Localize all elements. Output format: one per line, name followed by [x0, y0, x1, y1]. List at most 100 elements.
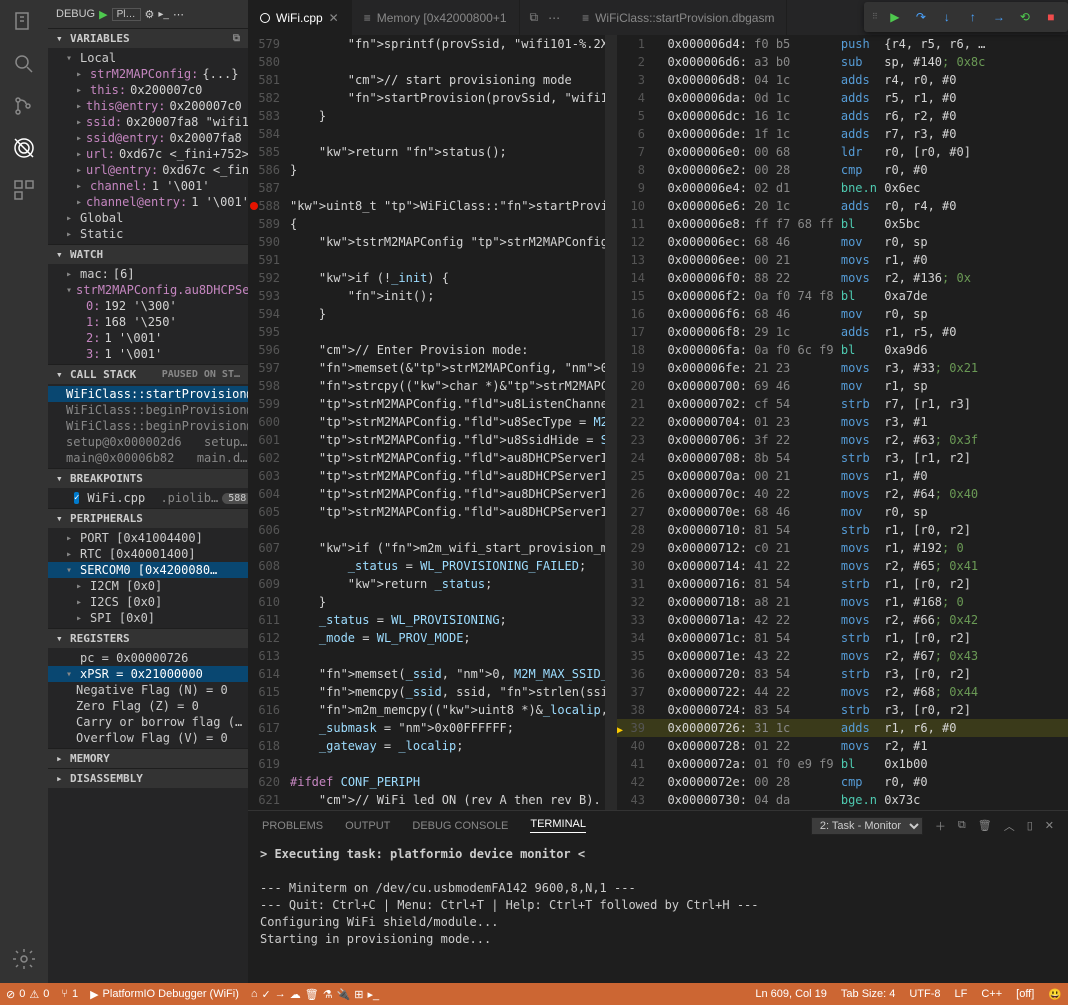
code-line[interactable]: 596 "cm">// Enter Provision mode:: [248, 341, 617, 359]
code-line[interactable]: 607 "kw">if ("fn">m2m_wifi_start_provisi…: [248, 539, 617, 557]
terminal[interactable]: > Executing task: platformio device moni…: [248, 840, 1068, 983]
disasm-line[interactable]: 23 0x00000706: 3f 22 movs r2, #63 ; 0x3f: [617, 431, 1068, 449]
disasm-line[interactable]: 6 0x000006de: 1f 1c adds r7, r3, #0: [617, 125, 1068, 143]
step-into-button[interactable]: ↓: [938, 8, 956, 26]
chevron-up-icon[interactable]: ︿: [1004, 818, 1015, 834]
home-icon[interactable]: ⌂: [251, 988, 258, 1000]
checkbox-icon[interactable]: ✓: [74, 492, 79, 504]
disasm-line[interactable]: 35 0x0000071e: 43 22 movs r2, #67 ; 0x43: [617, 647, 1068, 665]
disasm-line[interactable]: 11 0x000006e8: ff f7 68 ff bl 0x5bc: [617, 215, 1068, 233]
tab-size[interactable]: Tab Size: 4: [841, 988, 895, 1000]
code-line[interactable]: 614 "fn">memset(_ssid, "nm">0, M2M_MAX_S…: [248, 665, 617, 683]
split-icon[interactable]: ⧉: [530, 10, 539, 25]
disasm-line[interactable]: 38 0x00000724: 83 54 strb r3, [r0, r2]: [617, 701, 1068, 719]
minimap[interactable]: [605, 35, 617, 810]
add-icon[interactable]: ⊞: [354, 988, 363, 1001]
settings-icon[interactable]: [10, 945, 38, 973]
collapse-icon[interactable]: ⧉: [233, 33, 240, 44]
tab-dbgasm[interactable]: ≡WiFiClass::startProvision.dbgasm: [570, 0, 787, 35]
disasm-line[interactable]: 41 0x0000072a: 01 f0 e9 f9 bl 0x1b00: [617, 755, 1068, 773]
peripherals-header[interactable]: ▾PERIPHERALS: [48, 508, 248, 528]
step-over-button[interactable]: ↷: [912, 8, 930, 26]
disasm-line[interactable]: 27 0x0000070e: 68 46 mov r0, sp: [617, 503, 1068, 521]
code-line[interactable]: 613: [248, 647, 617, 665]
code-line[interactable]: 617 _submask = "nm">0x00FFFFFF;: [248, 719, 617, 737]
callstack-frame[interactable]: WiFiClass::beginProvision@: [48, 402, 248, 418]
disasm-line[interactable]: 21 0x00000702: cf 54 strb r7, [r1, r3]: [617, 395, 1068, 413]
disasm-line[interactable]: 43 0x00000730: 04 da bge.n 0x73c: [617, 791, 1068, 809]
code-line[interactable]: 586}: [248, 161, 617, 179]
step-button[interactable]: →: [990, 8, 1008, 26]
disasm-line[interactable]: 15 0x000006f2: 0a f0 74 f8 bl 0xa7de: [617, 287, 1068, 305]
disasm-line[interactable]: 17 0x000006f8: 29 1c adds r1, r5, #0: [617, 323, 1068, 341]
split-terminal-icon[interactable]: ⧉: [958, 819, 966, 832]
peripheral-item[interactable]: ▸RTC [0x40001400]: [48, 546, 248, 562]
callstack-frame[interactable]: WiFiClass::startProvision@: [48, 386, 248, 402]
disasm-line[interactable]: 28 0x00000710: 81 54 strb r1, [r0, r2]: [617, 521, 1068, 539]
disasm-line[interactable]: 26 0x0000070c: 40 22 movs r2, #64 ; 0x40: [617, 485, 1068, 503]
disasm-line[interactable]: 5 0x000006dc: 16 1c adds r6, r2, #0: [617, 107, 1068, 125]
disasm-line[interactable]: 8 0x000006e2: 00 28 cmp r0, #0: [617, 161, 1068, 179]
debug-play-icon[interactable]: ▶: [99, 8, 107, 21]
cursor-pos[interactable]: Ln 609, Col 19: [755, 988, 827, 1000]
callstack-frame[interactable]: main@0x00006b82 main.d…: [48, 450, 248, 466]
disassembly-panel[interactable]: 1 0x000006d4: f0 b5 push {r4, r5, r6, …2…: [617, 35, 1068, 810]
disasm-line[interactable]: 30 0x00000714: 41 22 movs r2, #65 ; 0x41: [617, 557, 1068, 575]
disasm-line[interactable]: 14 0x000006f0: 88 22 movs r2, #136 ; 0x: [617, 269, 1068, 287]
stop-button[interactable]: ■: [1042, 8, 1060, 26]
watch-byte[interactable]: 0: 192 '\300': [48, 298, 248, 314]
watch-item[interactable]: ▸mac: [6]: [48, 266, 248, 282]
watch-byte[interactable]: 3: 1 '\001': [48, 346, 248, 362]
variable-item[interactable]: ▸this: 0x200007c0: [48, 82, 248, 98]
callstack-header[interactable]: ▾CALL STACKPAUSED ON ST…: [48, 364, 248, 384]
errors-seg[interactable]: ⊘0⚠0: [6, 988, 49, 1001]
watch-header[interactable]: ▾WATCH: [48, 244, 248, 264]
code-line[interactable]: 597 "fn">memset(&"tp">strM2MAPConfig, "n…: [248, 359, 617, 377]
code-line[interactable]: 582 "fn">startProvision(provSsid, "wifi1…: [248, 89, 617, 107]
disasm-line[interactable]: 40 0x00000728: 01 22 movs r2, #1: [617, 737, 1068, 755]
upload-icon[interactable]: ☁: [290, 988, 301, 1001]
local-scope[interactable]: ▾Local: [48, 50, 248, 66]
continue-button[interactable]: ▶: [886, 8, 904, 26]
code-line[interactable]: 592 "kw">if (!_init) {: [248, 269, 617, 287]
code-line[interactable]: 616 "fn">m2m_memcpy(("kw">uint8 *)&_loca…: [248, 701, 617, 719]
terminal-icon[interactable]: ▸_: [368, 988, 380, 1001]
disasm-line[interactable]: 37 0x00000722: 44 22 movs r2, #68 ; 0x44: [617, 683, 1068, 701]
disasm-line[interactable]: 32 0x00000718: a8 21 movs r1, #168 ; 0: [617, 593, 1068, 611]
peripheral-item[interactable]: ▸I2CM [0x0]: [48, 578, 248, 594]
disasm-line[interactable]: 34 0x0000071c: 81 54 strb r1, [r0, r2]: [617, 629, 1068, 647]
step-out-button[interactable]: ↑: [964, 8, 982, 26]
disasm-line[interactable]: 22 0x00000704: 01 23 movs r3, #1: [617, 413, 1068, 431]
code-line[interactable]: 581 "cm">// start provisioning mode: [248, 71, 617, 89]
disasm-line[interactable]: 24 0x00000708: 8b 54 strb r3, [r1, r2]: [617, 449, 1068, 467]
encoding[interactable]: UTF-8: [909, 988, 940, 1000]
git-icon[interactable]: [10, 92, 38, 120]
static-scope[interactable]: ▸Static: [48, 226, 248, 242]
code-line[interactable]: 601 "tp">strM2MAPConfig."fld">u8SsidHide…: [248, 431, 617, 449]
more-icon[interactable]: ⋯: [548, 11, 560, 25]
variable-item[interactable]: ▸channel@entry: 1 '\001': [48, 194, 248, 210]
disasm-line[interactable]: 36 0x00000720: 83 54 strb r3, [r0, r2]: [617, 665, 1068, 683]
global-scope[interactable]: ▸Global: [48, 210, 248, 226]
code-line[interactable]: 588"kw">uint8_t "tp">WiFiClass::"fn">sta…: [248, 197, 617, 215]
register-item[interactable]: pc = 0x00000726: [48, 650, 248, 666]
code-line[interactable]: 580: [248, 53, 617, 71]
peripheral-item[interactable]: ▸SPI [0x0]: [48, 610, 248, 626]
code-line[interactable]: 594 }: [248, 305, 617, 323]
disasm-line[interactable]: 7 0x000006e0: 00 68 ldr r0, [r0, #0]: [617, 143, 1068, 161]
arrow-right-icon[interactable]: →: [275, 988, 286, 1000]
code-line[interactable]: 584: [248, 125, 617, 143]
code-editor[interactable]: 579 "fn">sprintf(provSsid, "wifi101-%.2X…: [248, 35, 617, 810]
terminal-tab[interactable]: TERMINAL: [530, 818, 586, 833]
code-line[interactable]: 602 "tp">strM2MAPConfig."fld">au8DHCPSer…: [248, 449, 617, 467]
callstack-frame[interactable]: WiFiClass::beginProvision@: [48, 418, 248, 434]
disasm-line[interactable]: 9 0x000006e4: 02 d1 bne.n 0x6ec: [617, 179, 1068, 197]
code-line[interactable]: 609 "kw">return _status;: [248, 575, 617, 593]
code-line[interactable]: 605 "tp">strM2MAPConfig."fld">au8DHCPSer…: [248, 503, 617, 521]
beaker-icon[interactable]: ⚗: [323, 988, 333, 1001]
variable-item[interactable]: ▸channel: 1 '\001': [48, 178, 248, 194]
code-line[interactable]: 599 "tp">strM2MAPConfig."fld">u8ListenCh…: [248, 395, 617, 413]
code-line[interactable]: 579 "fn">sprintf(provSsid, "wifi101-%.2X…: [248, 35, 617, 53]
registers-header[interactable]: ▾REGISTERS: [48, 628, 248, 648]
terminal-select[interactable]: 2: Task - Monitor: [811, 817, 923, 835]
